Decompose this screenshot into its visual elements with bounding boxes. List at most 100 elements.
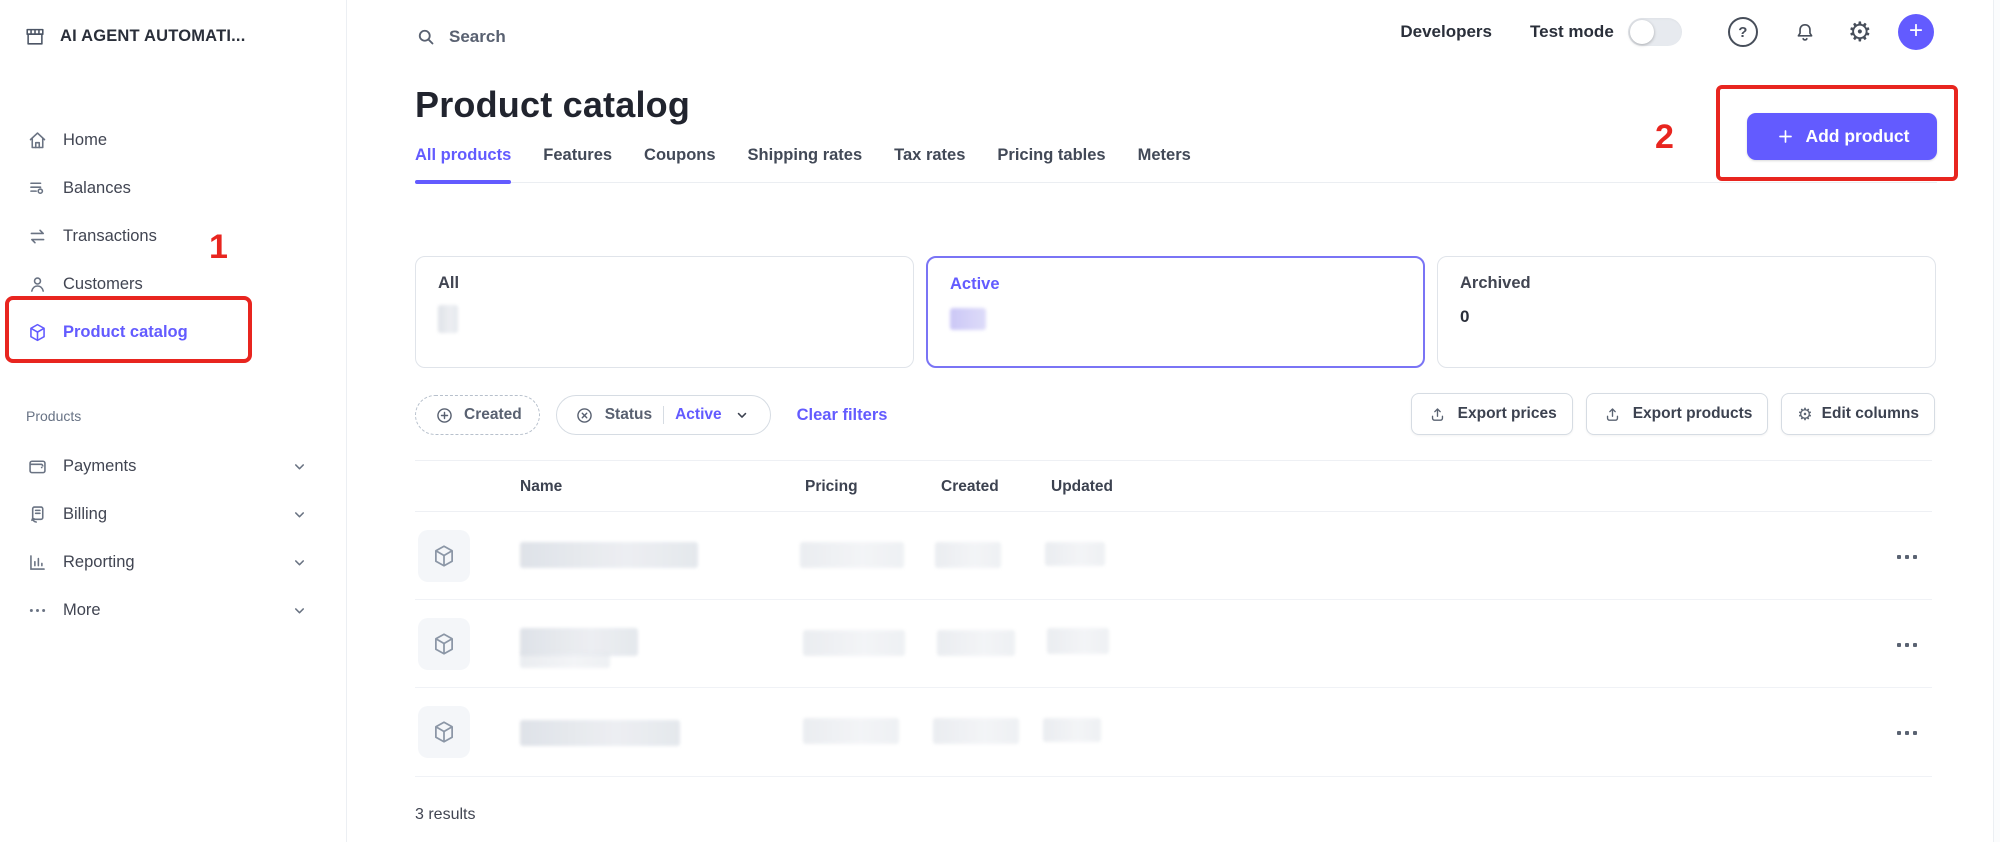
account-switcher[interactable]: AI AGENT AUTOMATI... (24, 14, 246, 58)
card-value: 0 (1460, 307, 1913, 327)
sidebar-item-label: Billing (63, 505, 107, 524)
card-label: Archived (1460, 274, 1913, 293)
tab-meters[interactable]: Meters (1138, 146, 1191, 182)
scrollbar-track[interactable] (1993, 0, 2000, 842)
more-icon (26, 599, 48, 621)
sidebar-item-more[interactable]: More (0, 586, 346, 634)
table-row[interactable] (415, 600, 1932, 688)
chevron-down-icon (288, 455, 310, 477)
redacted-pricing (803, 718, 899, 744)
export-prices-button[interactable]: Export prices (1411, 393, 1573, 435)
search-icon (415, 26, 437, 48)
sidebar: AI AGENT AUTOMATI... Home Balances Trans… (0, 0, 347, 842)
chevron-down-icon (288, 503, 310, 525)
status-filter-value: Active (675, 406, 722, 424)
edit-columns-button[interactable]: ⚙ Edit columns (1781, 393, 1935, 435)
summary-cards: All Active Archived 0 (415, 256, 1937, 368)
table-header: Name Pricing Created Updated (415, 470, 1932, 512)
sidebar-item-reporting[interactable]: Reporting (0, 538, 346, 586)
product-thumbnail (418, 530, 470, 582)
redacted-pricing (800, 542, 904, 568)
sidebar-item-billing[interactable]: Billing (0, 490, 346, 538)
sidebar-item-balances[interactable]: Balances (0, 164, 346, 212)
tab-tax-rates[interactable]: Tax rates (894, 146, 965, 182)
row-actions-button[interactable] (1887, 638, 1927, 652)
tab-pricing-tables[interactable]: Pricing tables (997, 146, 1105, 182)
help-icon[interactable]: ? (1728, 17, 1758, 47)
circle-plus-icon (433, 404, 455, 426)
sidebar-item-label: More (63, 601, 101, 620)
redacted-created (935, 542, 1001, 568)
notifications-bell-icon[interactable] (1794, 21, 1816, 43)
filter-bar: Created Status Active Clear filters (415, 393, 887, 437)
redacted-pricing (803, 630, 905, 656)
redacted-name (520, 542, 698, 568)
redacted-created (933, 718, 1019, 744)
redacted-updated (1047, 628, 1109, 654)
export-icon (1427, 403, 1449, 425)
product-thumbnail (418, 618, 470, 670)
tab-all-products[interactable]: All products (415, 146, 511, 182)
tab-shipping-rates[interactable]: Shipping rates (748, 146, 863, 182)
card-archived[interactable]: Archived 0 (1437, 256, 1936, 368)
chevron-down-icon (288, 551, 310, 573)
product-catalog-icon (26, 321, 48, 343)
export-icon (1602, 403, 1624, 425)
chevron-down-icon (731, 404, 753, 426)
column-header-pricing[interactable]: Pricing (805, 478, 858, 496)
create-plus-button[interactable]: + (1898, 14, 1934, 50)
table-row[interactable] (415, 688, 1932, 777)
table-row[interactable] (415, 512, 1932, 600)
page-title: Product catalog (415, 84, 690, 126)
developers-link[interactable]: Developers (1400, 22, 1492, 42)
circle-x-icon (574, 404, 596, 426)
sidebar-item-product-catalog[interactable]: Product catalog (0, 308, 346, 356)
sidebar-item-payments[interactable]: Payments (0, 442, 346, 490)
sidebar-item-home[interactable]: Home (0, 116, 346, 164)
payments-icon (26, 455, 48, 477)
sidebar-item-transactions[interactable]: Transactions (0, 212, 346, 260)
redacted-value (950, 308, 986, 330)
column-header-updated[interactable]: Updated (1051, 478, 1113, 496)
column-header-created[interactable]: Created (941, 478, 999, 496)
balances-icon (26, 177, 48, 199)
card-label: Active (950, 275, 1401, 294)
account-name: AI AGENT AUTOMATI... (60, 27, 246, 46)
stripe-dashboard: AI AGENT AUTOMATI... Home Balances Trans… (0, 0, 2000, 842)
sidebar-item-label: Transactions (63, 227, 157, 246)
sidebar-nav: Home Balances Transactions Customers (0, 116, 346, 356)
card-active[interactable]: Active (926, 256, 1425, 368)
card-label: All (438, 274, 891, 293)
sidebar-products-nav: Payments Billing Reporting (0, 442, 346, 634)
tab-features[interactable]: Features (543, 146, 612, 182)
export-products-label: Export products (1633, 405, 1753, 423)
created-filter-pill[interactable]: Created (415, 395, 540, 435)
row-actions-button[interactable] (1887, 550, 1927, 564)
column-header-name[interactable]: Name (520, 478, 562, 496)
sidebar-item-label: Product catalog (63, 323, 188, 342)
tab-coupons[interactable]: Coupons (644, 146, 716, 182)
home-icon (26, 129, 48, 151)
created-filter-label: Created (464, 406, 522, 424)
sidebar-item-label: Balances (63, 179, 131, 198)
table-top-divider (415, 460, 1932, 461)
redacted-updated (1043, 718, 1101, 742)
export-products-button[interactable]: Export products (1586, 393, 1769, 435)
card-all[interactable]: All (415, 256, 914, 368)
redacted-value (438, 305, 458, 333)
search-placeholder: Search (449, 27, 506, 47)
clear-filters-link[interactable]: Clear filters (797, 406, 888, 425)
plus-icon (1774, 126, 1796, 148)
pill-divider (663, 406, 664, 424)
search-input[interactable]: Search (415, 18, 506, 56)
product-thumbnail (418, 706, 470, 758)
status-filter-pill[interactable]: Status Active (556, 395, 771, 435)
settings-gear-icon[interactable]: ⚙ (1848, 19, 1872, 46)
storefront-icon (24, 25, 46, 47)
status-filter-label: Status (605, 406, 652, 424)
row-actions-button[interactable] (1887, 726, 1927, 740)
sidebar-item-customers[interactable]: Customers (0, 260, 346, 308)
table-actions: Export prices Export products ⚙ Edit col… (1411, 393, 1935, 437)
chevron-down-icon (288, 599, 310, 621)
test-mode-toggle[interactable] (1628, 18, 1682, 46)
